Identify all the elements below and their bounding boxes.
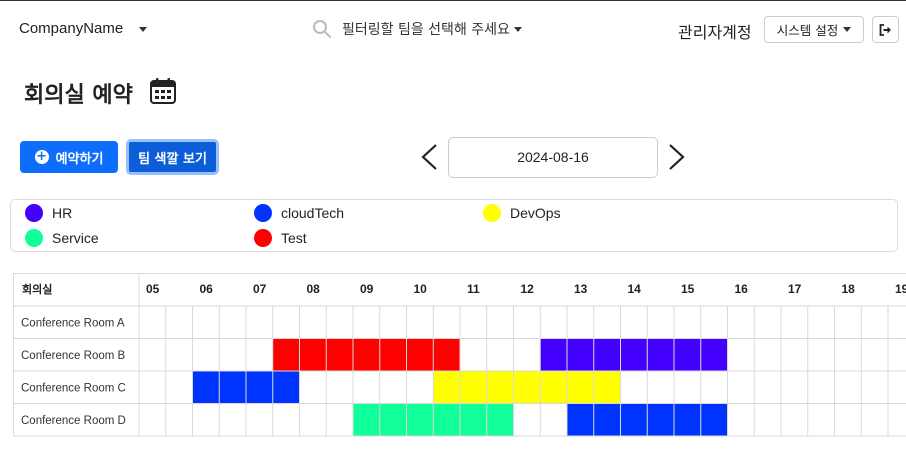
schedule-timeline: 회의실 05 06 07 08 09 10 11 12 13 14 15 16 17 18 19 Confere… xyxy=(13,273,906,437)
room-label: Conference Room B xyxy=(21,350,126,362)
plus-circle-icon: + xyxy=(34,149,49,164)
brand-dropdown-caret-icon[interactable] xyxy=(139,27,147,32)
logout-button[interactable] xyxy=(872,16,899,43)
legend-item: HR xyxy=(25,204,72,222)
previous-date-icon[interactable] xyxy=(420,143,440,171)
legend-label: Service xyxy=(52,230,99,246)
team-filter-dropdown[interactable]: 필터링할 팀을 선택해 주세요 xyxy=(312,19,522,39)
legend-label: DevOps xyxy=(510,205,561,221)
date-field[interactable]: 2024-08-16 xyxy=(448,137,658,178)
legend-dot xyxy=(254,229,272,247)
room-label: Conference Room A xyxy=(21,317,125,329)
hour-label: 12 xyxy=(521,282,535,296)
team-color-legend: HR cloudTech DevOps Service Test xyxy=(10,199,898,252)
legend-dot xyxy=(25,204,43,222)
reservation-schedule-grid: 회의실 05 06 07 08 09 10 11 12 13 14 15 16 17 18 19 Confere… xyxy=(13,273,906,437)
hour-label: 09 xyxy=(360,282,374,296)
chevron-down-icon xyxy=(843,27,852,32)
legend-item: Test xyxy=(254,229,307,247)
hour-label: 14 xyxy=(628,282,642,296)
hour-label: 05 xyxy=(146,282,160,296)
reserve-button-label: 예약하기 xyxy=(55,151,104,167)
hour-label: 17 xyxy=(788,282,802,296)
search-icon xyxy=(313,20,331,38)
legend-dot xyxy=(483,204,501,222)
team-filter-placeholder: 필터링할 팀을 선택해 주세요 xyxy=(342,22,510,38)
hour-label: 19 xyxy=(895,282,906,296)
hour-label: 18 xyxy=(842,282,856,296)
next-date-icon[interactable] xyxy=(666,143,686,171)
system-settings-label: 시스템 설정 xyxy=(776,23,839,38)
legend-dot xyxy=(254,204,272,222)
system-settings-button[interactable]: 시스템 설정 xyxy=(764,16,864,43)
hour-label: 13 xyxy=(574,282,588,296)
legend-item: Service xyxy=(25,229,99,247)
legend-label: HR xyxy=(52,205,73,221)
hour-label: 07 xyxy=(253,282,267,296)
admin-account-label: 관리자계정 xyxy=(678,23,752,42)
room-label: Conference Room C xyxy=(21,382,126,394)
legend-item: DevOps xyxy=(483,204,561,222)
chevron-down-icon xyxy=(513,26,522,32)
brand-name[interactable]: CompanyName xyxy=(19,20,123,37)
legend-dot xyxy=(25,229,43,247)
room-label: Conference Room D xyxy=(21,415,126,427)
booking-block[interactable] xyxy=(433,371,621,404)
logout-icon xyxy=(879,23,891,36)
booking-block[interactable] xyxy=(272,338,460,372)
team-color-button[interactable]: 팀 색깔 보기 xyxy=(126,139,219,175)
legend-label: Test xyxy=(281,230,307,246)
hour-label: 16 xyxy=(735,282,749,296)
calendar-icon xyxy=(150,78,176,104)
hour-label: 10 xyxy=(414,282,428,296)
top-navbar: CompanyName 필터링할 팀을 선택해 주세요 관리자계정 시스템 설정 xyxy=(0,0,906,56)
hour-label: 06 xyxy=(200,282,214,296)
hour-label: 15 xyxy=(681,282,695,296)
legend-item: cloudTech xyxy=(254,204,344,222)
page-title: 회의실 예약 xyxy=(24,83,133,108)
booking-block[interactable] xyxy=(540,338,728,372)
room-column-header: 회의실 xyxy=(22,282,52,296)
reserve-button[interactable]: + 예약하기 xyxy=(20,141,118,173)
legend-label: cloudTech xyxy=(281,205,345,221)
hour-label: 11 xyxy=(467,282,480,296)
hour-label: 08 xyxy=(307,282,321,296)
